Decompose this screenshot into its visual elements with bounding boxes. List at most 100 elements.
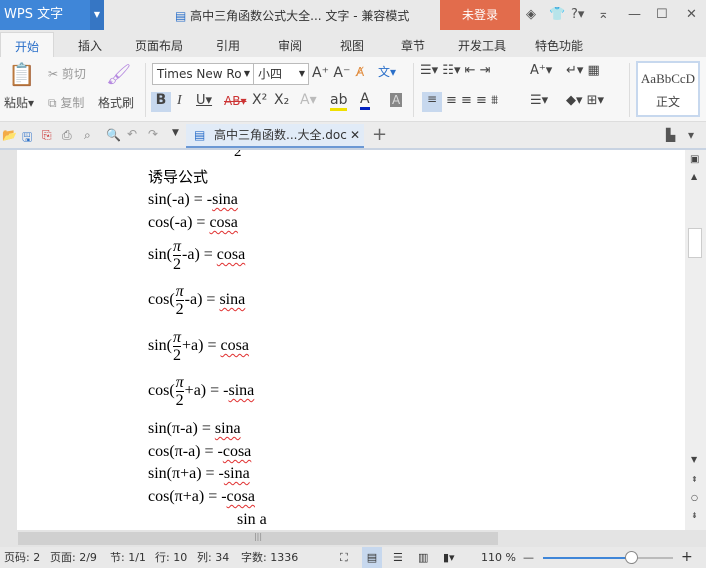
partial-formula: sin a bbox=[237, 511, 267, 528]
clear-format-icon[interactable]: A̸ bbox=[356, 65, 364, 79]
export-pdf-icon[interactable]: ⎘ bbox=[42, 128, 52, 143]
document-tab[interactable]: ▤ 高中三角函数...大全.doc ✕ bbox=[186, 124, 364, 148]
tab-references[interactable]: 引用 bbox=[216, 37, 240, 54]
subscript-button[interactable]: X₂ bbox=[274, 92, 289, 108]
superscript-button[interactable]: X² bbox=[252, 92, 267, 108]
tab-page-layout[interactable]: 页面布局 bbox=[135, 37, 183, 54]
align-buttons[interactable]: ≡ ≡ ≡ ⩩ bbox=[446, 93, 498, 108]
text-effect-icon[interactable]: A▾ bbox=[300, 92, 317, 108]
help-icon[interactable]: ?▾ bbox=[571, 7, 584, 22]
scroll-thumb[interactable] bbox=[688, 228, 702, 258]
web-view-icon[interactable]: ▥ bbox=[418, 547, 428, 568]
formula-line: cos(π 2 -a) = sina bbox=[148, 283, 246, 318]
collapse-ribbon-icon[interactable]: ⌅ bbox=[598, 7, 609, 22]
font-size-select[interactable]: 小四 ▼ bbox=[253, 63, 309, 85]
zoom-in-icon[interactable]: + bbox=[681, 547, 693, 568]
align-left-button[interactable]: ≡ bbox=[422, 92, 442, 112]
text-direction-icon[interactable]: A⁺▾ bbox=[530, 63, 552, 78]
formula-line: sin(π-a) = sina bbox=[148, 420, 241, 437]
fullscreen-icon[interactable]: ⛶ bbox=[340, 547, 348, 568]
menu-icon[interactable]: ▾ bbox=[688, 128, 694, 142]
highlight-icon[interactable]: ab bbox=[330, 92, 348, 111]
outline-view-icon[interactable]: ☰ bbox=[393, 547, 403, 568]
doc-icon: ▤ bbox=[175, 9, 191, 23]
line-spacing-icon[interactable]: ☰▾ bbox=[530, 93, 548, 108]
page-view-icon[interactable]: ▤ bbox=[362, 547, 382, 568]
copy-button[interactable]: ⧉ 复制 bbox=[48, 94, 84, 111]
next-page-icon[interactable]: ⇟ bbox=[691, 511, 698, 520]
app-menu-button[interactable]: WPS 文字 ▼ bbox=[0, 0, 104, 30]
vertical-scrollbar[interactable]: ▣ ▲ ▼ ⇞ ○ ⇟ bbox=[685, 150, 706, 530]
new-tab-icon[interactable]: + bbox=[372, 124, 387, 145]
customize-dropdown-icon[interactable]: ▼ bbox=[172, 128, 179, 138]
formula-line: sin(-a) = -sina bbox=[148, 191, 238, 208]
preview-icon[interactable]: 🔍 bbox=[106, 128, 121, 142]
page-count[interactable]: 页面: 2/9 bbox=[50, 547, 97, 568]
grow-font-icon[interactable]: A⁺ A⁻ bbox=[312, 65, 350, 81]
prev-page-icon[interactable]: ⇞ bbox=[691, 475, 698, 484]
scroll-top-icon[interactable]: ▣ bbox=[690, 154, 699, 165]
undo-icon[interactable]: ↶ bbox=[127, 127, 137, 141]
phonetic-icon[interactable]: 文▾ bbox=[378, 63, 396, 80]
word-count[interactable]: 字数: 1336 bbox=[241, 547, 298, 568]
zoom-slider[interactable] bbox=[543, 551, 673, 564]
redo-icon[interactable]: ↷ bbox=[148, 127, 158, 141]
maximize-button[interactable]: ☐ bbox=[656, 7, 668, 22]
close-tab-icon[interactable]: ✕ bbox=[350, 124, 360, 146]
print-icon[interactable]: ⎙ bbox=[62, 128, 72, 143]
chevron-down-icon[interactable]: ▼ bbox=[90, 0, 104, 30]
tab-features[interactable]: 特色功能 bbox=[535, 37, 583, 54]
shirt-icon[interactable]: 👕 bbox=[549, 7, 565, 22]
row: 行: 10 bbox=[155, 551, 188, 564]
paste-button[interactable]: 粘贴▾ bbox=[4, 94, 34, 111]
italic-button[interactable]: I bbox=[177, 93, 182, 109]
tab-insert[interactable]: 插入 bbox=[78, 37, 102, 54]
format-painter-icon[interactable]: 🖌 bbox=[106, 62, 131, 86]
font-family-select[interactable]: Times New Ro ▼ bbox=[152, 63, 254, 85]
bold-button[interactable]: B bbox=[151, 92, 171, 112]
column: 列: 34 bbox=[197, 551, 230, 564]
document-page[interactable]: 2 诱导公式 sin(-a) = -sina cos(-a) = cosa si… bbox=[0, 150, 685, 530]
paste-icon[interactable]: 📋 bbox=[8, 63, 35, 88]
format-painter-button[interactable]: 格式刷 bbox=[98, 94, 134, 111]
save-icon[interactable]: 🖫 bbox=[22, 128, 32, 149]
page-code: 页码: 2 bbox=[4, 551, 41, 564]
title-bar: WPS 文字 ▼ ▤ 高中三角函数公式大全... 文字 - 兼容模式 未登录 ◈ … bbox=[0, 0, 706, 30]
tab-review[interactable]: 审阅 bbox=[278, 37, 302, 54]
doc-list-icon[interactable]: ▙ bbox=[666, 128, 675, 142]
scroll-up-icon[interactable]: ▲ bbox=[691, 172, 697, 181]
paragraph-mark-icon[interactable]: ↵▾ ▦ bbox=[566, 63, 600, 78]
strikethrough-button[interactable]: AB▾ bbox=[224, 94, 246, 108]
window-title: ▤ 高中三角函数公式大全... 文字 - 兼容模式 bbox=[175, 9, 410, 23]
char-shading-icon[interactable]: A bbox=[390, 93, 403, 107]
ribbon-tabs: 开始 插入 页面布局 引用 审阅 视图 章节 开发工具 特色功能 bbox=[0, 30, 706, 57]
zoom-level[interactable]: 110 % bbox=[481, 547, 516, 568]
formula-line: sin(π 2 +a) = cosa bbox=[148, 329, 249, 364]
font-color-icon[interactable]: A bbox=[360, 91, 370, 110]
cut-button[interactable]: ✂ 剪切 bbox=[48, 65, 86, 82]
select-browse-icon[interactable]: ○ bbox=[691, 493, 698, 502]
underline-button[interactable]: U▾ bbox=[196, 93, 212, 108]
print-preview-icon[interactable]: ⌕ bbox=[84, 128, 91, 143]
minimize-button[interactable]: — bbox=[628, 7, 641, 22]
section: 节: 1/1 bbox=[110, 551, 146, 564]
formula-line: sin(π+a) = -sina bbox=[148, 465, 250, 482]
horizontal-scrollbar[interactable]: ||| bbox=[0, 530, 706, 547]
scroll-down-icon[interactable]: ▼ bbox=[691, 455, 697, 464]
tab-home[interactable]: 开始 bbox=[0, 32, 55, 57]
close-button[interactable]: ✕ bbox=[686, 7, 697, 22]
shading-icon[interactable]: ◆▾ ⊞▾ bbox=[566, 93, 604, 108]
bullets-icon[interactable]: ☰▾ ☷▾ ⇤ ⇥ bbox=[420, 63, 491, 78]
reading-mode-icon[interactable]: ▮▾ bbox=[443, 547, 455, 568]
tab-developer[interactable]: 开发工具 bbox=[458, 37, 506, 54]
style-normal[interactable]: AaBbCcD 正文 bbox=[636, 61, 700, 117]
zoom-slider-handle[interactable] bbox=[625, 551, 639, 564]
skin-icon[interactable]: ◈ bbox=[526, 7, 536, 22]
login-button[interactable]: 未登录 bbox=[440, 0, 520, 30]
page-margin bbox=[0, 150, 17, 530]
zoom-out-icon[interactable]: — bbox=[523, 547, 534, 568]
tab-chapter[interactable]: 章节 bbox=[401, 37, 425, 54]
scroll-thumb[interactable]: ||| bbox=[18, 532, 498, 545]
open-icon[interactable]: 📂 bbox=[2, 128, 17, 142]
tab-view[interactable]: 视图 bbox=[340, 37, 364, 54]
